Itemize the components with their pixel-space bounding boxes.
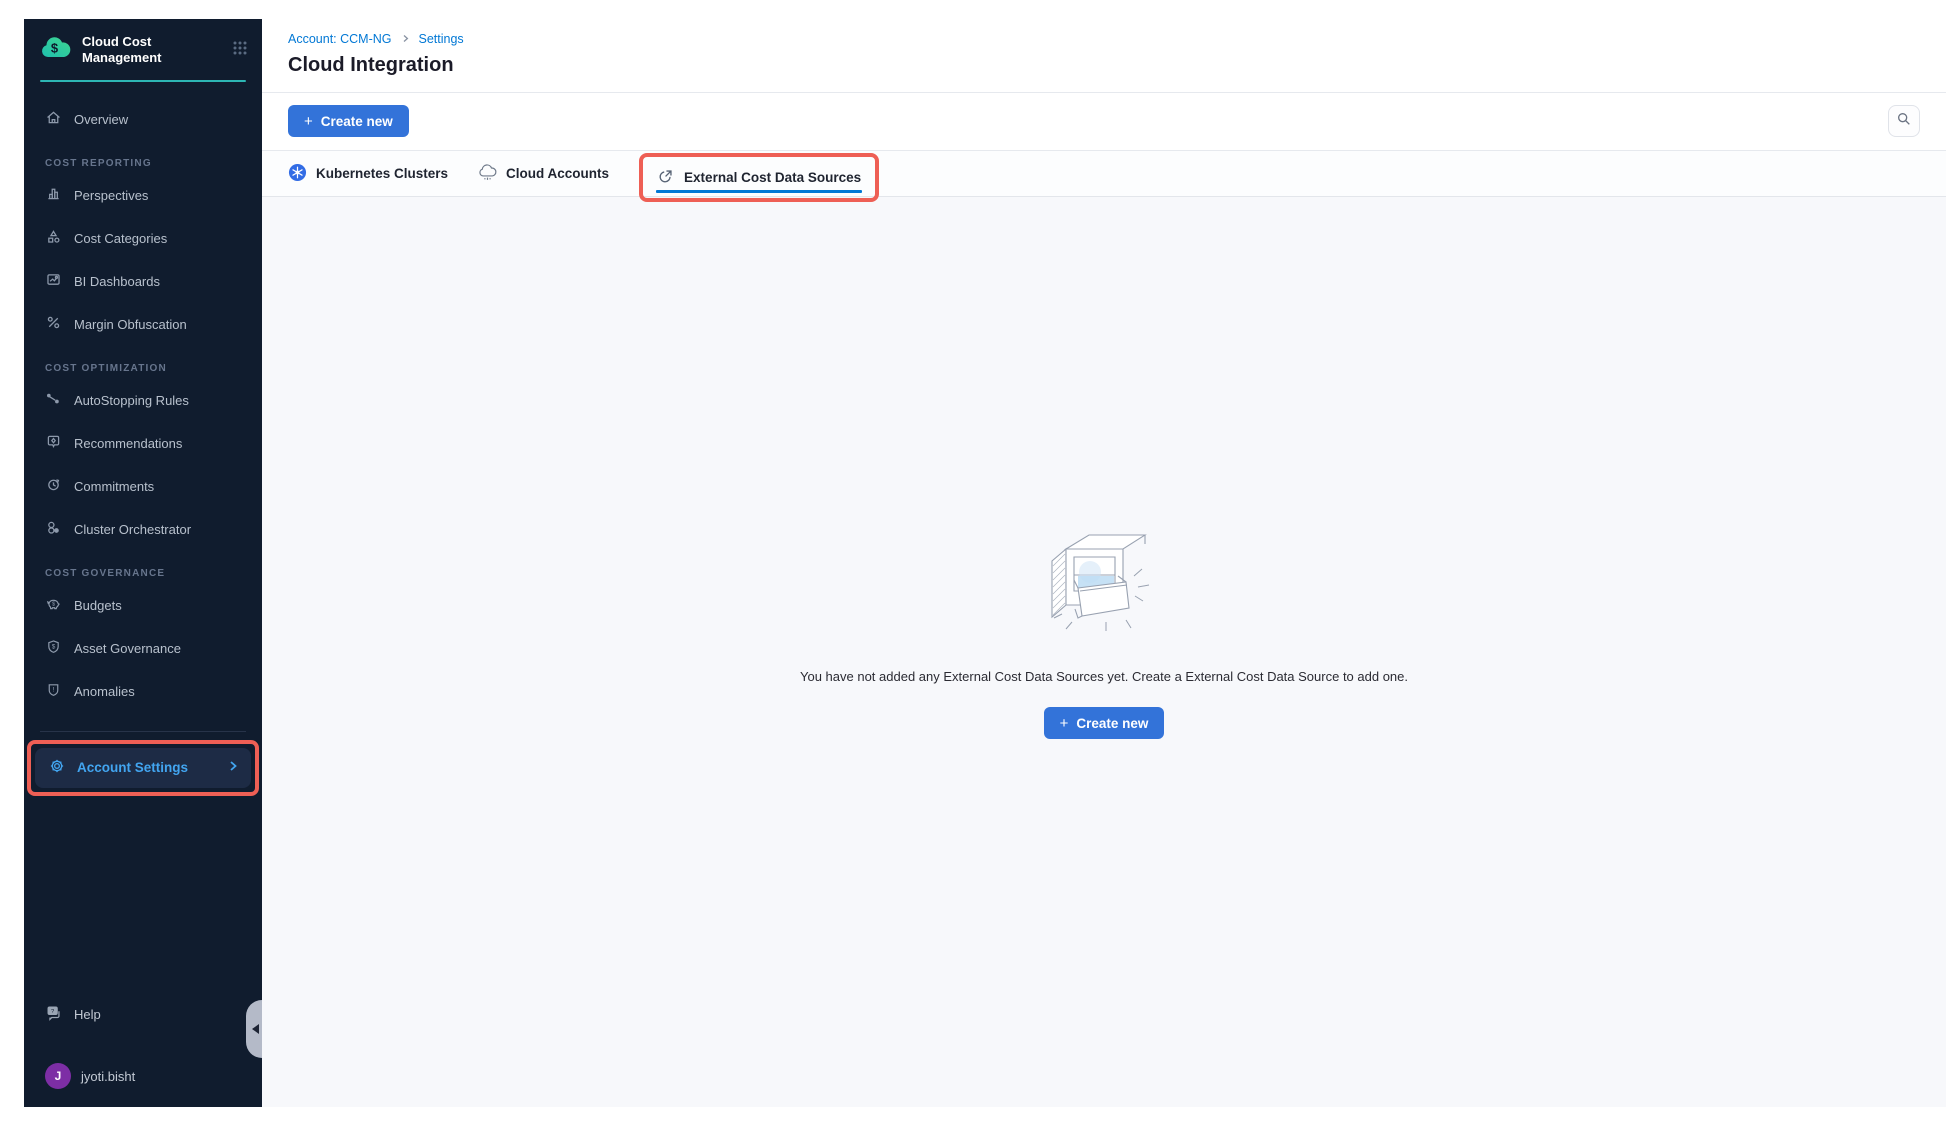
sidebar-item-label: Account Settings [77,760,188,775]
sidebar-item-recommendations[interactable]: Recommendations [24,422,262,465]
sidebar-item-asset-governance[interactable]: $ Asset Governance [24,627,262,670]
search-button[interactable] [1888,105,1920,137]
sidebar-item-label: Margin Obfuscation [74,317,187,332]
username: jyoti.bisht [81,1069,135,1084]
breadcrumb-chevron-icon [401,32,410,46]
sidebar-item-cluster-orchestrator[interactable]: Cluster Orchestrator [24,508,262,551]
help-label: Help [74,1007,101,1022]
breadcrumb-account-link[interactable]: Account: CCM-NG [288,32,392,46]
tab-kubernetes-clusters[interactable]: Kubernetes Clusters [288,163,448,185]
breadcrumb-settings-link[interactable]: Settings [419,32,464,46]
sidebar-item-commitments[interactable]: Commitments [24,465,262,508]
sidebar-item-budgets[interactable]: $ Budgets [24,584,262,627]
create-new-button[interactable]: + Create new [288,105,409,137]
recommendation-icon [45,433,62,453]
account-settings-annotation: Account Settings [27,740,259,796]
clock-icon [45,476,62,496]
tab-bar: Kubernetes Clusters Cloud Accounts [262,150,1946,197]
sidebar-item-label: Cluster Orchestrator [74,522,191,537]
sidebar-item-overview[interactable]: Overview [24,98,262,141]
cluster-icon [45,519,62,539]
active-tab-underline [656,190,862,193]
sidebar-item-margin-obfuscation[interactable]: Margin Obfuscation [24,303,262,346]
shield-alert-icon: ! [45,681,62,701]
module-grid-icon[interactable] [232,40,248,61]
sidebar-item-label: BI Dashboards [74,274,160,289]
toolbar: + Create new [262,93,1946,150]
sidebar-item-label: Asset Governance [74,641,181,656]
sidebar-item-autostopping-rules[interactable]: AutoStopping Rules [24,379,262,422]
tab-external-cost-data-sources[interactable]: External Cost Data Sources [657,167,861,188]
plus-icon: + [1060,716,1069,731]
brand-title: Cloud Cost Management [82,34,222,67]
section-cost-reporting: COST REPORTING [24,141,262,174]
plus-icon: + [304,114,313,129]
page-header: Account: CCM-NG Settings Cloud Integrati… [262,19,1946,93]
sidebar-item-label: Perspectives [74,188,148,203]
chevron-right-icon [227,760,239,775]
cloud-icon [478,163,497,185]
tab-cloud-accounts[interactable]: Cloud Accounts [478,163,609,185]
app-window: $ Cloud Cost Management Overv [24,19,1946,1107]
percent-icon [45,314,62,334]
sidebar-item-anomalies[interactable]: ! Anomalies [24,670,262,713]
piggy-bank-icon: $ [45,595,62,615]
sidebar-collapse-handle[interactable] [246,1000,262,1058]
collapse-arrow-icon [252,1024,259,1034]
tab-label: Kubernetes Clusters [316,166,448,181]
breadcrumb: Account: CCM-NG Settings [288,32,1920,46]
svg-text:$: $ [51,40,59,55]
home-icon [45,109,62,129]
svg-text:$: $ [52,644,56,651]
shield-dollar-icon: $ [45,638,62,658]
category-icon [45,228,62,248]
sidebar-item-label: Recommendations [74,436,182,451]
sidebar-footer: ? Help J jyoti.bisht [24,999,262,1107]
empty-state: You have not added any External Cost Dat… [800,530,1408,739]
sidebar-item-account-settings[interactable]: Account Settings [35,748,251,788]
sidebar-item-perspectives[interactable]: Perspectives [24,174,262,217]
sidebar-item-label: Cost Categories [74,231,167,246]
page-title: Cloud Integration [288,54,1920,77]
svg-text:!: ! [53,687,55,694]
kubernetes-icon [288,163,307,185]
bar-chart-icon [45,185,62,205]
create-new-label: Create new [321,114,393,129]
help-chat-icon: ? [45,1004,63,1025]
sidebar-nav: Overview COST REPORTING Perspectives Cos… [24,82,262,713]
sidebar-item-cost-categories[interactable]: Cost Categories [24,217,262,260]
search-icon [1896,111,1912,132]
empty-create-new-button[interactable]: + Create new [1044,707,1165,739]
empty-drawer-illustration [1038,530,1170,641]
section-cost-optimization: COST OPTIMIZATION [24,346,262,379]
section-cost-governance: COST GOVERNANCE [24,551,262,584]
svg-text:$: $ [52,601,55,607]
sidebar-item-label: Anomalies [74,684,135,699]
sidebar-item-label: Overview [74,112,128,127]
cloud-cost-logo-icon: $ [40,35,72,66]
gear-icon [48,757,66,778]
user-menu[interactable]: J jyoti.bisht [45,1061,246,1091]
main-area: Account: CCM-NG Settings Cloud Integrati… [262,19,1946,1107]
external-link-icon [657,167,675,188]
tab-label: External Cost Data Sources [684,170,861,185]
empty-state-message: You have not added any External Cost Dat… [800,669,1408,684]
active-tab-annotation: External Cost Data Sources [639,153,879,202]
brand-header: $ Cloud Cost Management [24,19,262,77]
sidebar-item-bi-dashboards[interactable]: BI Dashboards [24,260,262,303]
sidebar-item-label: Commitments [74,479,154,494]
dashboard-icon [45,271,62,291]
help-button[interactable]: ? Help [45,999,246,1029]
sidebar-divider [40,731,246,732]
create-new-label: Create new [1076,716,1148,731]
sidebar-item-label: AutoStopping Rules [74,393,189,408]
sidebar: $ Cloud Cost Management Overv [24,19,262,1107]
tab-label: Cloud Accounts [506,166,609,181]
avatar: J [45,1063,71,1089]
autostopping-icon [45,390,62,410]
content-area: You have not added any External Cost Dat… [262,197,1946,1107]
sidebar-item-label: Budgets [74,598,122,613]
